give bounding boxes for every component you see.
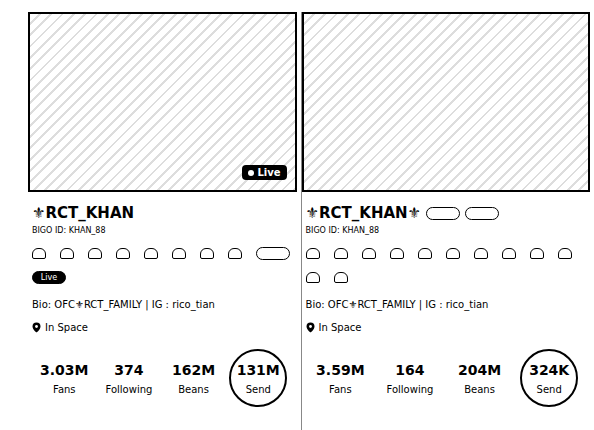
stat-value: 374	[114, 362, 143, 378]
stat-value: 164	[395, 362, 424, 378]
medal-icon	[362, 248, 376, 259]
stat-item[interactable]: 131M Send	[229, 349, 287, 407]
stat-value: 3.59M	[316, 362, 364, 378]
stat-item[interactable]: 204M Beans	[451, 349, 509, 407]
medal-icon	[144, 248, 158, 259]
stat-item[interactable]: 3.59M Fans	[311, 349, 369, 407]
username: ⚜RCT_KHAN⚜	[306, 204, 422, 222]
medal-icon	[334, 272, 348, 283]
stat-label: Following	[106, 384, 153, 395]
stat-label: Following	[387, 384, 434, 395]
medal-icon	[558, 248, 572, 259]
medal-icon	[60, 248, 74, 259]
medal-icon	[530, 248, 544, 259]
profile-card: ⚜RCT_KHAN⚜ BIGO ID: KHAN_88 Bio: OFC⚜RCT_F…	[301, 12, 590, 430]
location-pin-icon	[32, 322, 41, 333]
name-row: ⚜RCT_KHAN	[32, 202, 291, 224]
level-pill: Live	[32, 271, 66, 284]
stat-label: Send	[246, 384, 271, 395]
stat-value: 131M	[237, 362, 280, 378]
level-pill	[465, 207, 499, 220]
level-pill	[426, 207, 460, 220]
medal-icon	[306, 272, 320, 283]
stat-label: Send	[537, 384, 562, 395]
live-video-frame[interactable]: Live	[28, 12, 297, 192]
medal-icon	[418, 248, 432, 259]
medal-icon	[474, 248, 488, 259]
medal-icon	[32, 248, 46, 259]
badge-row	[306, 245, 584, 285]
medal-icon	[200, 248, 214, 259]
medal-icon	[502, 248, 516, 259]
medal-icon	[228, 248, 242, 259]
stat-value: 204M	[458, 362, 501, 378]
username: ⚜RCT_KHAN	[32, 204, 134, 222]
stat-label: Fans	[329, 384, 352, 395]
stat-item[interactable]: 324K Send	[520, 349, 578, 407]
medal-icon	[334, 248, 348, 259]
medal-icon	[446, 248, 460, 259]
medal-icon	[88, 248, 102, 259]
medal-icon	[116, 248, 130, 259]
profile-info: ⚜RCT_KHAN BIGO ID: KHAN_88 Live Bio: OFC⚜RC…	[28, 192, 297, 407]
bigo-id: BIGO ID: KHAN_88	[32, 226, 291, 235]
stat-label: Beans	[464, 384, 495, 395]
location: In Space	[306, 322, 584, 333]
stats-row: 3.03M Fans 374 Following 162M Beans 131M Send	[32, 349, 291, 407]
stat-value: 324K	[529, 362, 569, 378]
stat-item[interactable]: 164 Following	[381, 349, 439, 407]
profile-comparison: Live ⚜RCT_KHAN BIGO ID: KHAN_88 Live Bio: OF…	[0, 0, 594, 430]
stat-item[interactable]: 374 Following	[100, 349, 158, 407]
stat-value: 162M	[172, 362, 215, 378]
medal-icon	[390, 248, 404, 259]
stat-label: Beans	[178, 384, 209, 395]
badge-row: Live	[32, 245, 291, 285]
location-pin-icon	[306, 322, 315, 333]
location: In Space	[32, 322, 291, 333]
live-badge: Live	[242, 165, 286, 180]
stats-row: 3.59M Fans 164 Following 204M Beans 324K Send	[306, 349, 584, 407]
bigo-id: BIGO ID: KHAN_88	[306, 226, 584, 235]
bio: Bio: OFC⚜RCT_FAMILY | IG : rico_tian	[32, 299, 291, 310]
medal-icon	[306, 248, 320, 259]
stat-item[interactable]: 3.03M Fans	[35, 349, 93, 407]
stat-label: Fans	[53, 384, 76, 395]
profile-card: Live ⚜RCT_KHAN BIGO ID: KHAN_88 Live Bio: OF…	[28, 12, 297, 430]
profile-info: ⚜RCT_KHAN⚜ BIGO ID: KHAN_88 Bio: OFC⚜RCT_F…	[302, 192, 590, 407]
level-pill	[256, 247, 290, 260]
stat-value: 3.03M	[40, 362, 88, 378]
medal-icon	[172, 248, 186, 259]
live-icon	[248, 170, 254, 176]
bio: Bio: OFC⚜RCT_FAMILY | IG : rico_tian	[306, 299, 584, 310]
live-video-frame[interactable]	[302, 12, 590, 192]
stat-item[interactable]: 162M Beans	[165, 349, 223, 407]
name-row: ⚜RCT_KHAN⚜	[306, 202, 584, 224]
